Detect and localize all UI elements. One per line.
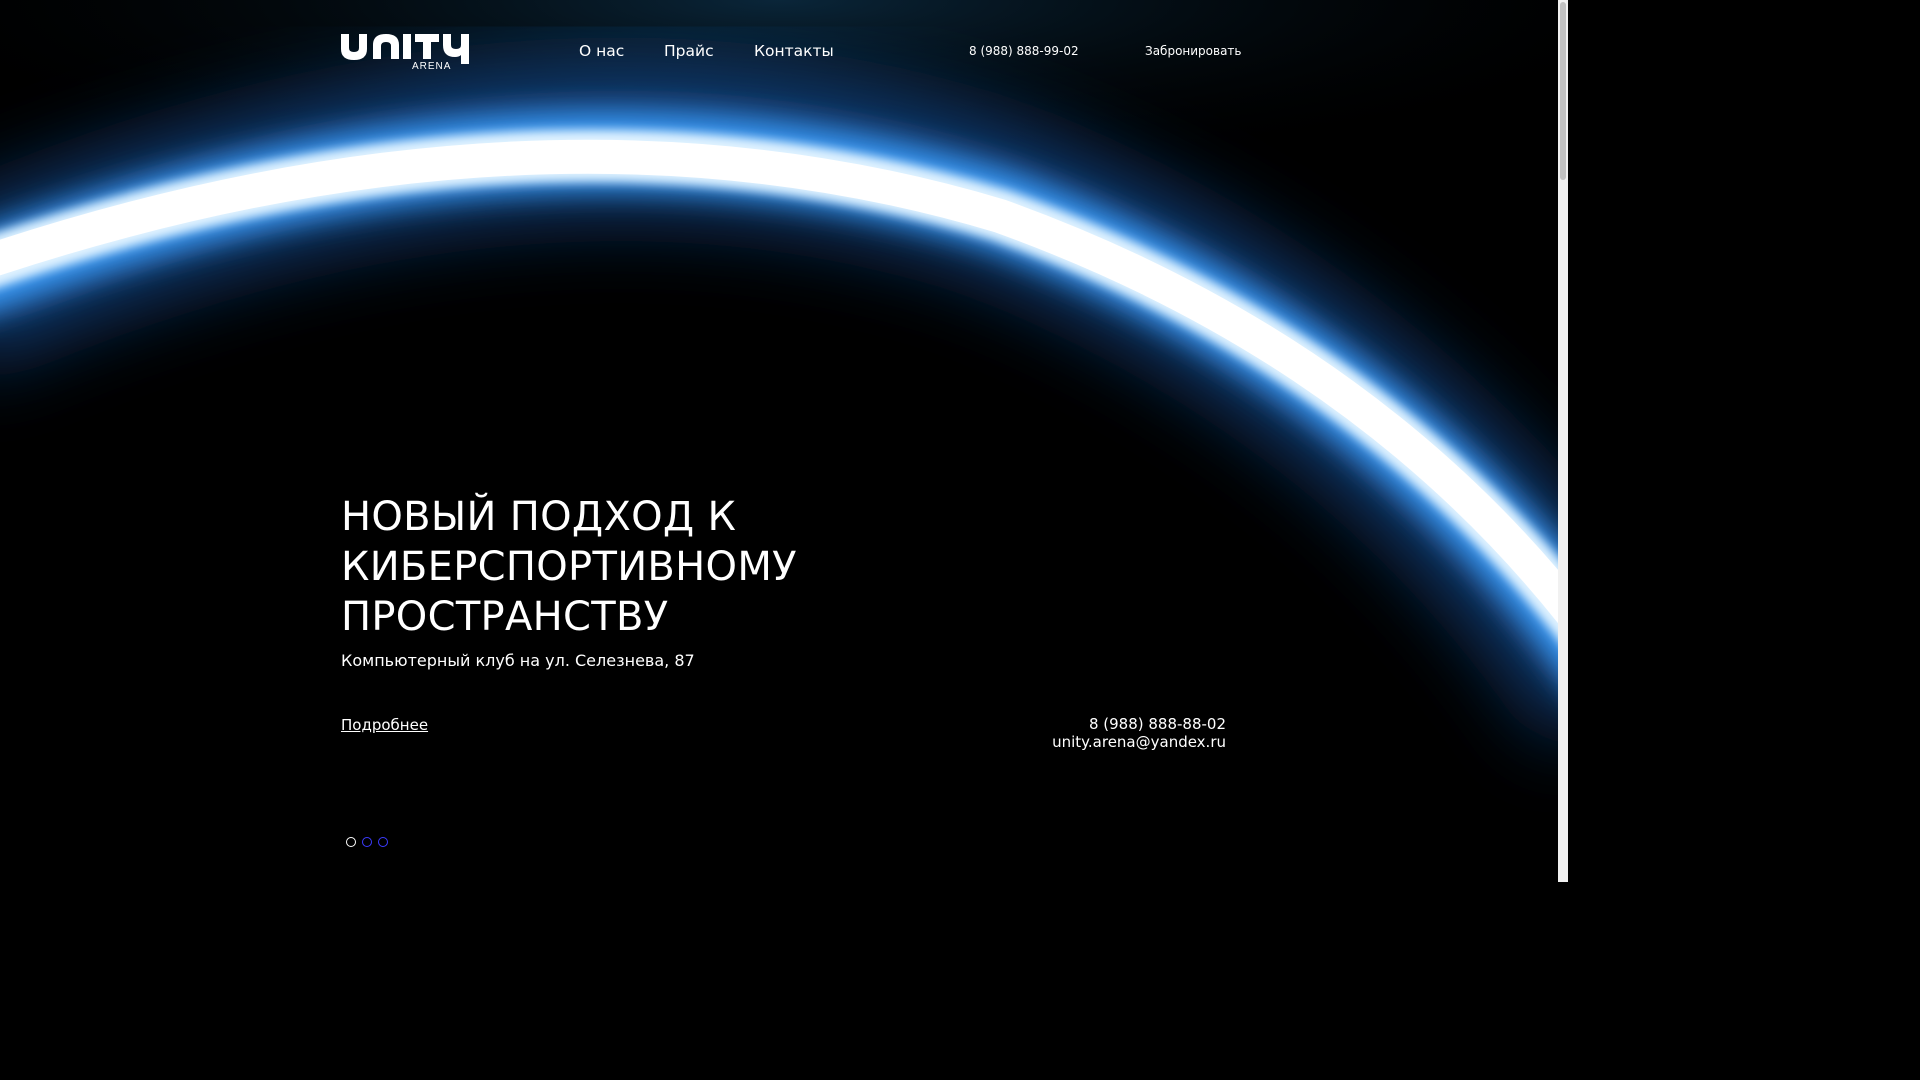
page: ARENA О нас Прайс Контакты 8 (988) 888-9… — [0, 0, 1568, 882]
hero-title-line: ПРОСТРАНСТВУ — [341, 594, 669, 640]
nav-contacts[interactable]: Контакты — [754, 41, 834, 61]
nav-about[interactable]: О нас — [579, 41, 624, 61]
hero-background — [0, 0, 1558, 882]
slider-dot[interactable] — [346, 837, 356, 847]
header-phone-link[interactable]: 8 (988) 888-99-02 — [969, 43, 1079, 59]
page-scrollbar[interactable] — [1558, 0, 1568, 882]
hero-title-line: НОВЫЙ ПОДХОД К — [341, 494, 737, 540]
unity-logo-mark: ARENA — [341, 34, 469, 72]
logo[interactable]: ARENA — [341, 31, 475, 72]
hero-subtitle: Компьютерный клуб на ул. Селезнева, 87 — [341, 651, 695, 670]
svg-text:ARENA: ARENA — [412, 61, 451, 71]
slider-dot[interactable] — [378, 837, 388, 847]
hero-title: НОВЫЙ ПОДХОД К КИБЕРСПОРТИВНОМУ ПРОСТРАН… — [341, 492, 901, 642]
hero-contacts: 8 (988) 888-88-02 unity.arena@yandex.ru — [1052, 715, 1226, 751]
more-link[interactable]: Подробнее — [341, 715, 428, 735]
contact-phone-link[interactable]: 8 (988) 888-88-02 — [1052, 715, 1226, 733]
nav-price[interactable]: Прайс — [664, 41, 714, 61]
slider-pagination — [346, 837, 388, 847]
hero-title-line: КИБЕРСПОРТИВНОМУ — [341, 544, 797, 590]
book-button[interactable]: Забронировать — [1145, 43, 1242, 59]
contact-email-link[interactable]: unity.arena@yandex.ru — [1052, 733, 1226, 751]
slider-dot[interactable] — [362, 837, 372, 847]
scrollbar-thumb[interactable] — [1560, 2, 1566, 180]
